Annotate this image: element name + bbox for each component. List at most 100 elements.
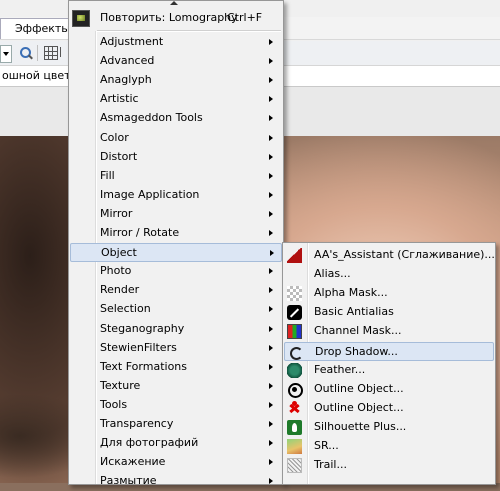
submenu-arrow-icon bbox=[269, 39, 273, 45]
menu-item-text-formations[interactable]: Text Formations bbox=[70, 358, 282, 377]
submenu-item-drop-shadow[interactable]: Drop Shadow... bbox=[284, 341, 494, 361]
feather-icon bbox=[287, 362, 302, 378]
menu-item-selection[interactable]: Selection bbox=[70, 300, 282, 319]
submenu-item-label: SR... bbox=[314, 439, 339, 452]
blank-icon bbox=[287, 267, 302, 282]
submenu-arrow-icon bbox=[269, 153, 273, 160]
target-circle-icon bbox=[287, 382, 303, 398]
submenu-arrow-icon bbox=[269, 96, 273, 103]
menu-item-mirror[interactable]: Mirror bbox=[70, 205, 282, 224]
menu-item-label: Искажение bbox=[100, 455, 166, 469]
submenu-item-label: Silhouette Plus... bbox=[314, 419, 407, 433]
submenu-arrow-icon bbox=[269, 58, 273, 65]
submenu-item-alpha-mask[interactable]: Alpha Mask... bbox=[284, 284, 494, 303]
submenu-item-silhouette-plus[interactable]: Silhouette Plus... bbox=[284, 418, 494, 437]
menu-item-anaglyph[interactable]: Anaglyph bbox=[70, 71, 282, 90]
trail-icon bbox=[287, 458, 302, 474]
menu-item-advanced[interactable]: Advanced bbox=[70, 52, 282, 71]
submenu-arrow-icon bbox=[269, 77, 273, 84]
aa-assistant-icon bbox=[287, 248, 302, 263]
submenu-arrow-icon bbox=[269, 134, 273, 141]
submenu-arrow-icon bbox=[269, 115, 273, 122]
checker-icon bbox=[287, 286, 302, 302]
menu-item-label: Anaglyph bbox=[100, 73, 152, 87]
menu-item-размытие[interactable]: Размытие bbox=[70, 472, 282, 491]
submenu-arrow-icon bbox=[269, 344, 273, 351]
submenu-arrow-icon bbox=[269, 382, 273, 389]
silhouette-icon bbox=[287, 419, 302, 435]
submenu-item-label: Alpha Mask... bbox=[314, 286, 388, 300]
submenu-arrow-icon bbox=[269, 325, 273, 332]
menu-item-asmageddon-tools[interactable]: Asmageddon Tools bbox=[70, 109, 282, 128]
menu-item-label: Mirror bbox=[100, 206, 133, 220]
menu-item-texture[interactable]: Texture bbox=[70, 377, 282, 396]
menu-item-render[interactable]: Render bbox=[70, 281, 282, 300]
menu-item-label: Steganography bbox=[100, 321, 185, 335]
menu-item-fill[interactable]: Fill bbox=[70, 167, 282, 186]
menu-item-steganography[interactable]: Steganography bbox=[70, 320, 282, 339]
submenu-item-label: AA's_Assistant (Сглаживание)... bbox=[314, 248, 495, 261]
submenu-arrow-icon bbox=[269, 401, 273, 408]
menu-item-adjustment[interactable]: Adjustment bbox=[70, 33, 282, 52]
submenu-item-outline-object[interactable]: Outline Object... bbox=[284, 399, 494, 418]
submenu-item-label: Feather... bbox=[314, 362, 366, 376]
menu-item-tools[interactable]: Tools bbox=[70, 396, 282, 415]
menu-item-label: Distort bbox=[100, 149, 138, 163]
red-figure-icon bbox=[287, 400, 302, 416]
grid-icon[interactable] bbox=[44, 46, 58, 60]
menu-item-label: Tools bbox=[100, 397, 128, 411]
submenu-item-label: Outline Object... bbox=[314, 381, 404, 395]
submenu-arrow-icon bbox=[269, 210, 273, 217]
menu-item-photo[interactable]: Photo bbox=[70, 262, 282, 281]
submenu-arrow-icon bbox=[269, 268, 273, 275]
submenu-arrow-icon bbox=[269, 172, 273, 179]
menu-item-label: StewienFilters bbox=[100, 340, 177, 354]
shadow-swirl-icon bbox=[288, 345, 303, 360]
menu-item-transparency[interactable]: Transparency bbox=[70, 415, 282, 434]
repeat-last-effect-item[interactable]: Повторить: Lomography Ctrl+F bbox=[69, 8, 283, 28]
submenu-arrow-icon bbox=[270, 250, 274, 257]
menu-item-distort[interactable]: Distort bbox=[70, 148, 282, 167]
submenu-arrow-icon bbox=[269, 306, 273, 313]
menu-item-label: Для фотографий bbox=[100, 436, 199, 450]
repeat-label: Повторить: Lomography bbox=[100, 11, 238, 24]
effects-dropdown-menu: Повторить: Lomography Ctrl+F Adjustment A… bbox=[68, 0, 284, 487]
repeat-shortcut: Ctrl+F bbox=[227, 11, 263, 24]
submenu-item-sr[interactable]: SR... bbox=[284, 437, 494, 456]
dropdown-arrow-icon[interactable] bbox=[0, 45, 12, 63]
menu-scroll-up[interactable] bbox=[69, 1, 283, 7]
submenu-item-label: Trail... bbox=[314, 458, 347, 472]
menu-item-для-фотографий[interactable]: Для фотографий bbox=[70, 434, 282, 453]
submenu-item-trail[interactable]: Trail... bbox=[284, 456, 494, 475]
menu-item-label: Fill bbox=[100, 168, 115, 182]
menu-item-label: Photo bbox=[100, 264, 132, 278]
menu-item-label: Adjustment bbox=[100, 35, 164, 48]
background-color-label: ошной цвет bbox=[2, 69, 71, 82]
diagonal-line-icon bbox=[287, 305, 302, 321]
menu-item-искажение[interactable]: Искажение bbox=[70, 453, 282, 472]
submenu-item-alias[interactable]: Alias... bbox=[284, 265, 494, 284]
menu-item-mirror-rotate[interactable]: Mirror / Rotate bbox=[70, 224, 282, 243]
submenu-item-label: Basic Antialias bbox=[314, 305, 394, 319]
submenu-arrow-icon bbox=[269, 363, 273, 370]
submenu-item-basic-antialias[interactable]: Basic Antialias bbox=[284, 303, 494, 322]
menu-separator bbox=[97, 30, 281, 32]
rgb-channels-icon bbox=[287, 324, 302, 340]
zoom-icon[interactable] bbox=[18, 45, 34, 61]
submenu-item-outline-object[interactable]: Outline Object... bbox=[284, 380, 494, 399]
submenu-item-feather[interactable]: Feather... bbox=[284, 361, 494, 380]
menu-item-artistic[interactable]: Artistic bbox=[70, 90, 282, 109]
object-submenu: AA's_Assistant (Сглаживание)... Alias... A… bbox=[282, 242, 496, 485]
menu-item-stewienfilters[interactable]: StewienFilters bbox=[70, 339, 282, 358]
scroll-up-arrow-icon bbox=[170, 1, 178, 5]
menu-item-color[interactable]: Color bbox=[70, 129, 282, 148]
submenu-arrow-icon bbox=[269, 440, 273, 447]
menu-item-image-application[interactable]: Image Application bbox=[70, 186, 282, 205]
submenu-arrow-icon bbox=[269, 230, 273, 236]
submenu-item-channel-mask[interactable]: Channel Mask... bbox=[284, 322, 494, 341]
submenu-item-aa-s-assistant-сглаживание[interactable]: AA's_Assistant (Сглаживание)... bbox=[284, 246, 495, 265]
menu-item-object[interactable]: Object bbox=[70, 243, 282, 263]
submenu-arrow-icon bbox=[269, 287, 273, 294]
menu-item-label: Selection bbox=[100, 302, 151, 316]
submenu-arrow-icon bbox=[269, 191, 273, 198]
